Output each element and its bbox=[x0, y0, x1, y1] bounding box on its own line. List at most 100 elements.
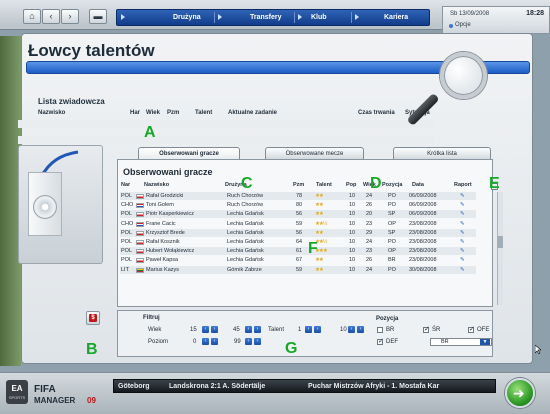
back-arrow-icon[interactable]: ‹ bbox=[42, 9, 60, 24]
col-nazwisko[interactable]: Nazwisko bbox=[38, 110, 65, 116]
talent-label: Talent bbox=[268, 327, 285, 333]
talent-max-value[interactable]: 10 bbox=[340, 327, 347, 333]
continue-button[interactable]: ➜ bbox=[505, 378, 535, 408]
logo-number: 09 bbox=[87, 396, 96, 405]
table-row[interactable]: LIT Marius Kazys Górnik Zabrze 59 ★★ 10 24 PO 30… bbox=[120, 265, 476, 274]
pop-cell: 10 bbox=[349, 266, 356, 273]
col-czas-trwania[interactable]: Czas trwania bbox=[358, 110, 395, 116]
forward-arrow-icon[interactable]: › bbox=[61, 9, 79, 24]
col-wiek[interactable]: Wiek bbox=[146, 110, 160, 116]
date-time-box: Sb 13/09/2008 18:28 Opcje bbox=[442, 6, 550, 34]
level-min-down-button[interactable]: ‹ bbox=[202, 338, 209, 345]
level-max-value[interactable]: 99 bbox=[234, 339, 241, 345]
report-icon[interactable]: ✎ bbox=[460, 247, 465, 255]
date-cell: 23/08/2008 bbox=[409, 248, 437, 255]
talent-max-up-button[interactable]: › bbox=[357, 326, 364, 333]
report-icon[interactable]: ✎ bbox=[460, 220, 465, 228]
money-button[interactable]: $ bbox=[86, 311, 100, 325]
stars-cell: ★★ bbox=[315, 229, 324, 236]
talent-min-value[interactable]: 1 bbox=[298, 327, 301, 333]
talent-min-up-button[interactable]: › bbox=[314, 326, 321, 333]
menu-transfery[interactable]: Transfery bbox=[250, 10, 282, 25]
position-def-label: DEF bbox=[386, 339, 398, 345]
nationality-cell: POL bbox=[121, 257, 133, 264]
table-row[interactable]: POL Krzysztof Brede Lechia Gdańsk 56 ★★ 10 29 S… bbox=[120, 228, 476, 237]
report-icon[interactable]: ✎ bbox=[460, 229, 465, 237]
col-pozycja[interactable]: Pozycja bbox=[382, 182, 402, 188]
col-har[interactable]: Har bbox=[130, 110, 140, 116]
table-row[interactable]: POL Rafał Kosznik Lechia Gdańsk 64 ★★½ 10 24 PO… bbox=[120, 238, 476, 246]
pzm-cell: 56 bbox=[296, 211, 303, 218]
level-min-value[interactable]: 0 bbox=[193, 339, 196, 345]
report-icon[interactable]: ✎ bbox=[460, 192, 465, 200]
table-row[interactable]: POL Paweł Kapsa Lechia Gdańsk 67 ★★ 10 26 BR 23/… bbox=[120, 256, 476, 264]
news-ticker[interactable]: Göteborg Landskrona 2:1 A. Södertälje Pu… bbox=[113, 379, 496, 393]
team-cell: Ruch Chorzów bbox=[227, 202, 264, 209]
col-raport[interactable]: Raport bbox=[454, 182, 472, 188]
age-min-up-button[interactable]: › bbox=[211, 326, 218, 333]
options-button[interactable]: Opcje bbox=[455, 22, 471, 28]
age-min-value[interactable]: 15 bbox=[190, 327, 197, 333]
position-select[interactable]: BR ▼ bbox=[430, 338, 492, 346]
col-nazwisko[interactable]: Nazwisko bbox=[144, 182, 169, 188]
table-row[interactable]: POL Piotr Kasperkiewicz Lechia Gdańsk 56 ★★ 1… bbox=[120, 210, 476, 219]
position-ofe-checkbox[interactable] bbox=[468, 325, 475, 333]
col-talent[interactable]: Talent bbox=[195, 110, 212, 116]
col-talent[interactable]: Talent bbox=[316, 182, 332, 188]
level-max-down-button[interactable]: ‹ bbox=[245, 338, 252, 345]
report-icon[interactable]: ✎ bbox=[460, 238, 465, 246]
observed-players-list: Obserwowani gracze Nar Nazwisko Drużyna … bbox=[117, 159, 503, 307]
report-icon[interactable]: ✎ bbox=[460, 201, 465, 209]
table-row[interactable]: CHO Toni Golem Ruch Chorzów 80 ★★ 10 26 PO 06/09… bbox=[120, 201, 476, 209]
col-pop[interactable]: Pop bbox=[346, 182, 356, 188]
position-def-checkbox[interactable] bbox=[377, 337, 384, 345]
nationality-cell: POL bbox=[121, 193, 133, 199]
age-cell: 29 bbox=[366, 229, 373, 236]
age-min-down-button[interactable]: ‹ bbox=[202, 326, 209, 333]
table-row[interactable]: CHO Frane Cacic Lechia Gdańsk 59 ★★½ 10 23 OP 23… bbox=[120, 220, 476, 228]
menu-druzyna[interactable]: Drużyna bbox=[173, 10, 201, 25]
col-aktualne-zadanie[interactable]: Aktualne zadanie bbox=[228, 110, 277, 116]
menu-kariera[interactable]: Kariera bbox=[384, 10, 408, 25]
team-cell: Lechia Gdańsk bbox=[227, 220, 264, 227]
talent-min-down-button[interactable]: ‹ bbox=[305, 326, 312, 333]
position-sr-checkbox[interactable] bbox=[423, 325, 430, 333]
talent-max-down-button[interactable]: ‹ bbox=[348, 326, 355, 333]
filter-panel bbox=[117, 310, 493, 357]
menu-arrow-icon bbox=[355, 14, 359, 20]
list-scrollbar[interactable] bbox=[497, 192, 503, 305]
annotation-f: F bbox=[308, 240, 318, 257]
age-max-value[interactable]: 45 bbox=[233, 327, 240, 333]
annotation-c: C bbox=[241, 175, 253, 192]
position-br-checkbox[interactable] bbox=[377, 327, 383, 333]
nationality-cell: POL bbox=[121, 239, 133, 245]
menu-arrow-icon bbox=[298, 14, 302, 20]
col-pzm[interactable]: Pzm bbox=[167, 110, 179, 116]
list-scrollbar-thumb[interactable] bbox=[497, 236, 503, 248]
screen-icon[interactable]: ▬ bbox=[89, 9, 107, 24]
pzm-cell: 67 bbox=[296, 257, 303, 264]
report-icon[interactable]: ✎ bbox=[460, 266, 465, 274]
date-cell: 23/08/2008 bbox=[409, 257, 437, 264]
menu-klub[interactable]: Klub bbox=[311, 10, 327, 25]
level-max-up-button[interactable]: › bbox=[254, 338, 261, 345]
menu-arrow-icon bbox=[121, 14, 125, 20]
age-cell: 24 bbox=[366, 266, 373, 273]
col-nar[interactable]: Nar bbox=[121, 182, 130, 188]
col-pzm[interactable]: Pzm bbox=[293, 182, 304, 188]
col-data[interactable]: Data bbox=[412, 182, 424, 188]
table-row[interactable]: POL Rafał Grodzicki Ruch Chorzów 78 ★★ 10 24 PO… bbox=[120, 192, 476, 200]
pos-cell: PO bbox=[388, 266, 396, 273]
scout-empty-row bbox=[18, 136, 434, 144]
report-icon[interactable]: ✎ bbox=[460, 210, 465, 218]
age-max-up-button[interactable]: › bbox=[254, 326, 261, 333]
pos-cell: OP bbox=[388, 248, 396, 255]
report-icon[interactable]: ✎ bbox=[460, 256, 465, 264]
table-row[interactable]: POL Hubert Wołąkiewicz Lechia Gdańsk 61 ★★★ 1… bbox=[120, 247, 476, 256]
disc-icon bbox=[33, 195, 57, 219]
age-label: Wiek bbox=[148, 327, 162, 333]
age-max-down-button[interactable]: ‹ bbox=[245, 326, 252, 333]
level-min-up-button[interactable]: › bbox=[211, 338, 218, 345]
team-cell: Lechia Gdańsk bbox=[227, 248, 264, 255]
home-icon[interactable]: ⌂ bbox=[23, 9, 41, 24]
